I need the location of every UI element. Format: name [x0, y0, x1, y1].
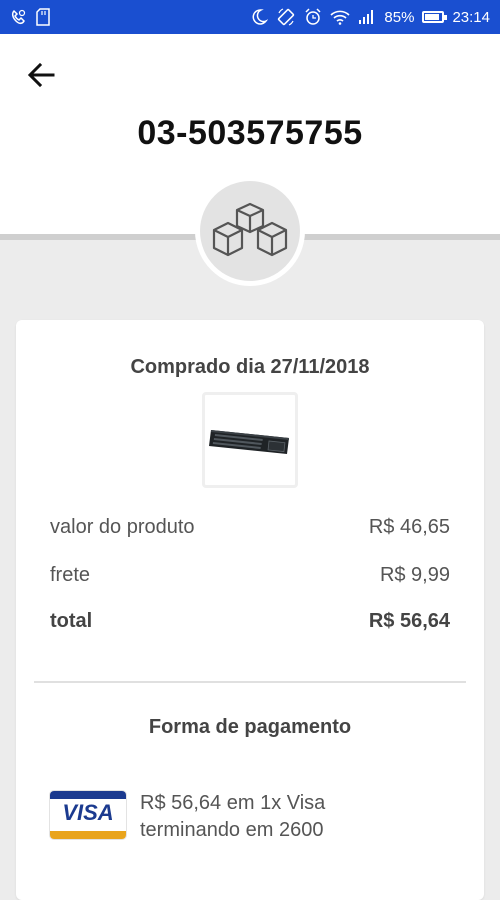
visa-card-icon: VISA — [50, 791, 126, 839]
signal-icon — [358, 10, 376, 24]
status-right: 85% 23:14 — [250, 7, 490, 27]
battery-fill — [425, 14, 439, 20]
clock: 23:14 — [452, 8, 490, 26]
order-badge — [195, 176, 305, 286]
moon-icon — [250, 8, 269, 26]
payment-title: Forma de pagamento — [148, 716, 352, 738]
battery-percent: 85% — [384, 8, 415, 26]
back-button[interactable] — [24, 58, 58, 92]
price-row-product: valor do produto R$ 46,65 — [50, 516, 450, 539]
keyboard-icon — [209, 430, 289, 454]
wifi-icon — [330, 9, 350, 25]
row-label: frete — [50, 564, 91, 586]
battery-icon — [422, 11, 448, 23]
boxes-icon — [212, 202, 288, 257]
card-brand: VISA — [62, 800, 114, 825]
order-details-card: Comprado dia 27/11/2018 valor do produto… — [16, 320, 484, 900]
row-label: valor do produto — [50, 516, 195, 538]
status-bar: 85% 23:14 — [0, 0, 500, 34]
arrow-left-icon — [27, 62, 55, 88]
price-row-total: total R$ 56,64 — [50, 610, 450, 633]
call-forward-icon — [10, 9, 26, 25]
rotate-icon — [276, 7, 296, 27]
alarm-icon — [304, 8, 322, 26]
page-title: 03-503575755 — [137, 114, 363, 152]
row-label: total — [50, 610, 93, 632]
purchase-date: Comprado dia 27/11/2018 — [130, 356, 370, 378]
row-value: R$ 9,99 — [379, 564, 450, 586]
sd-card-icon — [36, 8, 50, 26]
row-value: R$ 46,65 — [368, 516, 450, 538]
price-row-shipping: frete R$ 9,99 — [50, 564, 450, 587]
status-left — [10, 8, 50, 26]
product-image[interactable] — [202, 392, 298, 488]
payment-description: R$ 56,64 em 1x Visa terminando em 2600 — [140, 792, 326, 841]
row-value: R$ 56,64 — [368, 610, 450, 632]
section-divider — [34, 681, 466, 683]
